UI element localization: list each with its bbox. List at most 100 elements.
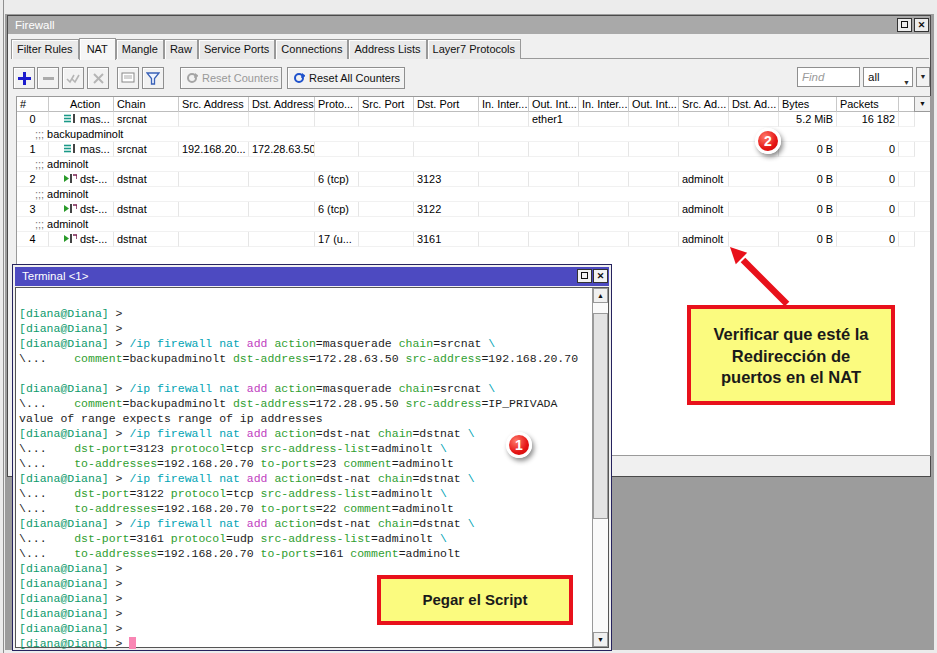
terminal-maximize-icon[interactable]	[577, 269, 592, 283]
terminal-titlebar[interactable]: Terminal <1> ✕	[15, 267, 609, 286]
column-header-chain[interactable]: Chain	[114, 97, 179, 112]
cell-protocol: 17 (u...	[315, 232, 359, 247]
cell-dst_port	[414, 112, 479, 127]
cell-in_iface_list	[579, 172, 629, 187]
column-header-num[interactable]: #	[17, 97, 49, 112]
cell-bytes: 0 B	[779, 232, 837, 247]
close-icon[interactable]: ✕	[914, 18, 929, 32]
cell-num: 0	[17, 112, 49, 127]
comment-button[interactable]	[117, 67, 139, 89]
column-header-packets[interactable]: Packets	[837, 97, 899, 112]
terminal-scrollbar[interactable]: ▲ ▼	[592, 288, 608, 647]
tab-connections[interactable]: Connections	[275, 39, 348, 59]
column-header-spacer[interactable]	[899, 97, 915, 112]
cell-src_addr_list	[679, 142, 729, 157]
cell-src_address: 192.168.20...	[179, 142, 249, 157]
nat-rule-row[interactable]: 2dst-...dstnat6 (tcp)3123adminolt0 B0	[17, 172, 930, 187]
cell-spacer	[899, 202, 915, 217]
comment-row[interactable]: ;;;adminolt	[17, 217, 930, 232]
cell-src_port	[359, 232, 414, 247]
terminal-close-icon[interactable]: ✕	[593, 269, 608, 283]
cell-chain: dstnat	[114, 202, 179, 217]
reset-all-counters-button[interactable]: Reset All Counters	[287, 67, 405, 89]
cell-in_iface_list	[579, 142, 629, 157]
find-input[interactable]: Find	[797, 67, 860, 87]
column-header-out_iface[interactable]: Out. Int...	[529, 97, 579, 112]
filter-button[interactable]	[142, 67, 164, 89]
cell-src_address	[179, 232, 249, 247]
tab-mangle[interactable]: Mangle	[116, 39, 164, 59]
cell-dst_port: 3123	[414, 172, 479, 187]
cell-dst_address	[249, 112, 315, 127]
cell-num: 4	[17, 232, 49, 247]
cell-dst_port: 3122	[414, 202, 479, 217]
scope-dropdown[interactable]: all▼	[863, 67, 913, 87]
column-header-src_address[interactable]: Src. Address	[179, 97, 249, 112]
masquerade-icon	[64, 143, 77, 154]
cell-src_address	[179, 112, 249, 127]
column-header-src_port[interactable]: Src. Port	[359, 97, 414, 112]
maximize-icon[interactable]	[897, 18, 912, 32]
cell-in_iface	[479, 172, 529, 187]
column-select-button[interactable]: ▼	[914, 97, 930, 112]
cell-protocol: 6 (tcp)	[315, 202, 359, 217]
column-header-dst_port[interactable]: Dst. Port	[414, 97, 479, 112]
tab-layer7-protocols[interactable]: Layer7 Protocols	[427, 39, 522, 59]
comment-row[interactable]: ;;;adminolt	[17, 187, 930, 202]
cell-in_iface_list	[579, 112, 629, 127]
column-header-action[interactable]: Action	[49, 97, 114, 112]
nat-rule-row[interactable]: 0mas...srcnatether15.2 MiB16 182	[17, 112, 930, 127]
column-header-protocol[interactable]: Proto...	[315, 97, 359, 112]
tab-raw[interactable]: Raw	[164, 39, 198, 59]
cell-out_iface	[529, 142, 579, 157]
nat-rule-row[interactable]: 1mas...srcnat192.168.20...172.28.63.500 …	[17, 142, 930, 157]
cell-src_port	[359, 142, 414, 157]
annotation-note-script: Pegar el Script	[377, 575, 573, 625]
remove-button[interactable]	[37, 67, 59, 89]
dst-nat-icon	[64, 203, 77, 214]
scroll-up-icon[interactable]: ▲	[593, 288, 608, 303]
enable-button[interactable]	[62, 67, 84, 89]
cell-src_addr_list: adminolt	[679, 232, 729, 247]
annotation-badge-2: 2	[755, 128, 781, 154]
cell-num: 1	[17, 142, 49, 157]
cell-dst_addr_list	[729, 232, 779, 247]
tab-address-lists[interactable]: Address Lists	[348, 39, 426, 59]
outer-frame-line	[3, 0, 4, 653]
firewall-toolbar: Reset Counters Reset All Counters Find a…	[13, 67, 925, 89]
comment-row[interactable]: ;;;adminolt	[17, 157, 930, 172]
cell-bytes: 0 B	[779, 142, 837, 157]
terminal-cursor	[129, 637, 136, 649]
scrollbar-thumb[interactable]	[593, 313, 608, 519]
cell-protocol	[315, 112, 359, 127]
cell-num: 2	[17, 172, 49, 187]
cell-in_iface	[479, 232, 529, 247]
column-header-src_addr_list[interactable]: Src. Ad...	[679, 97, 729, 112]
column-header-dst_address[interactable]: Dst. Address	[249, 97, 315, 112]
firewall-titlebar[interactable]: Firewall ✕	[8, 16, 930, 34]
sort-dropdown-button[interactable]: ▼	[916, 67, 930, 87]
cell-out_iface	[529, 232, 579, 247]
cell-src_addr_list: adminolt	[679, 202, 729, 217]
column-header-in_iface[interactable]: In. Inter...	[479, 97, 529, 112]
column-header-bytes[interactable]: Bytes	[779, 97, 837, 112]
tab-service-ports[interactable]: Service Ports	[198, 39, 275, 59]
scroll-down-icon[interactable]: ▼	[593, 632, 608, 647]
tab-filter-rules[interactable]: Filter Rules	[11, 39, 79, 59]
column-header-out_iface_list[interactable]: Out. Int...	[629, 97, 679, 112]
annotation-badge-1: 1	[506, 432, 532, 458]
annotation-note-nat: Verificar que esté la Redirección de pue…	[687, 305, 895, 405]
disable-button[interactable]	[87, 67, 109, 89]
cell-dst_addr_list	[729, 202, 779, 217]
reset-counters-button[interactable]: Reset Counters	[180, 67, 282, 89]
dst-nat-icon	[64, 173, 77, 184]
nat-rule-row[interactable]: 4dst-...dstnat17 (u...3161adminolt0 B0	[17, 232, 930, 247]
comment-row[interactable]: ;;;backupadminolt	[17, 127, 930, 142]
cell-dst_address: 172.28.63.50	[249, 142, 315, 157]
tab-nat[interactable]: NAT	[79, 38, 116, 60]
column-header-in_iface_list[interactable]: In. Inter...	[579, 97, 629, 112]
nat-rule-row[interactable]: 3dst-...dstnat6 (tcp)3122adminolt0 B0	[17, 202, 930, 217]
column-header-dst_addr_list[interactable]: Dst. Ad...	[729, 97, 779, 112]
add-button[interactable]	[13, 67, 35, 89]
cell-out_iface_list	[629, 202, 679, 217]
